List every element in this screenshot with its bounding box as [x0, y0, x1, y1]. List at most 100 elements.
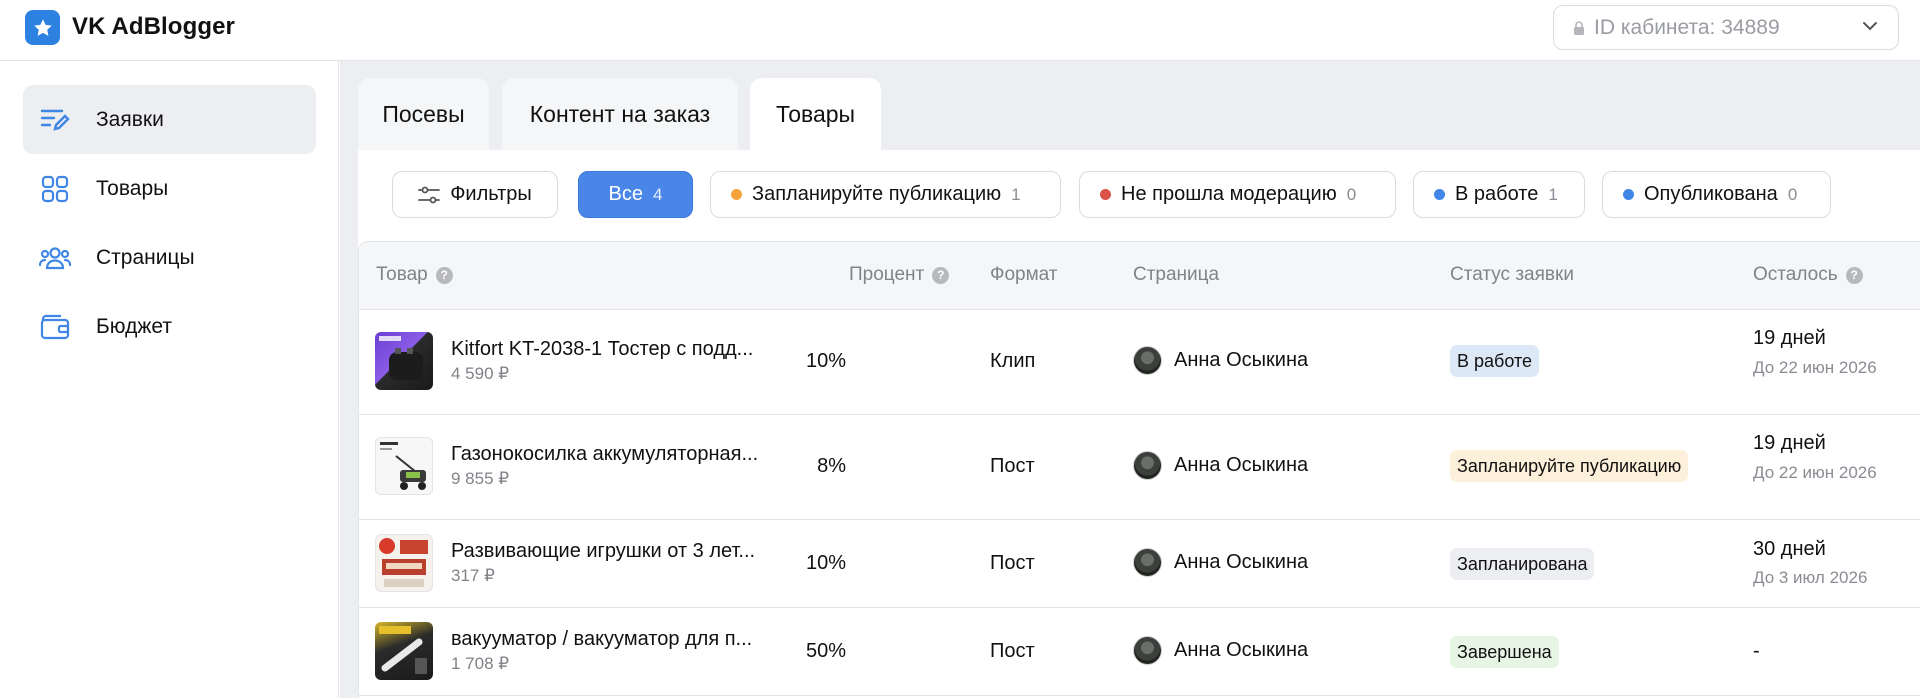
- chip-label: Все: [608, 183, 643, 205]
- format-value: Пост: [990, 640, 1035, 662]
- col-header-label: Осталось: [1753, 264, 1838, 285]
- table-header: Товар? Процент? Формат Страница Статус з…: [359, 242, 1920, 310]
- page-cell[interactable]: Анна Осыкина: [1133, 451, 1308, 480]
- status-badge: Запланируйте публикацию: [1450, 450, 1689, 482]
- chevron-down-icon: [1863, 22, 1877, 31]
- top-header: VK AdBlogger ID кабинета: 34889: [0, 0, 1920, 61]
- status-badge: Запланирована: [1450, 548, 1595, 580]
- table-row[interactable]: Kitfort KT-2038-1 Тостер с подд... 4 590…: [359, 310, 1920, 415]
- avatar: [1133, 548, 1162, 577]
- users-icon: [39, 242, 71, 274]
- product-thumbnail: [375, 332, 433, 390]
- chip-count: 0: [1346, 184, 1357, 204]
- remaining-days: 30 дней: [1753, 538, 1826, 560]
- help-icon[interactable]: ?: [1845, 266, 1863, 284]
- grid-icon: [39, 173, 71, 205]
- status-chip-in-progress[interactable]: В работе 1: [1413, 171, 1585, 218]
- product-thumbnail: [375, 622, 433, 680]
- deadline-date: До 22 июн 2026: [1753, 358, 1877, 377]
- status-chip-published[interactable]: Опубликована 0: [1602, 171, 1831, 218]
- sidebar-item-budget[interactable]: Бюджет: [23, 292, 316, 361]
- chip-count: 1: [1548, 184, 1558, 204]
- col-header-status: Статус заявки: [1450, 264, 1574, 285]
- table-row[interactable]: вакууматор / вакууматор для п... 1 708 ₽…: [359, 608, 1920, 696]
- sidebar-item-requests[interactable]: Заявки: [23, 85, 316, 154]
- col-header-product[interactable]: Товар?: [376, 264, 453, 286]
- product-price: 4 590 ₽: [451, 364, 510, 383]
- col-header-percent[interactable]: Процент?: [849, 264, 950, 286]
- app-logo-icon[interactable]: [25, 10, 60, 45]
- sidebar-item-pages[interactable]: Страницы: [23, 223, 316, 292]
- lock-icon: [1574, 20, 1584, 35]
- page-name: Анна Осыкина: [1174, 639, 1309, 661]
- product-name[interactable]: Газонокосилка аккумуляторная...: [451, 443, 758, 466]
- product-price: 1 708 ₽: [451, 654, 510, 673]
- sidebar-item-label: Бюджет: [96, 314, 172, 338]
- page-name: Анна Осыкина: [1174, 349, 1309, 371]
- chip-label: Опубликована: [1644, 183, 1778, 205]
- sidebar: Заявки Товары Страницы Бюджет: [0, 61, 339, 698]
- app-name: VK AdBlogger: [72, 13, 235, 40]
- chip-label: В работе: [1455, 183, 1539, 205]
- table-row[interactable]: Развивающие игрушки от 3 лет... 317 ₽ 10…: [359, 520, 1920, 608]
- wallet-icon: [39, 311, 71, 343]
- filters-label: Фильтры: [450, 183, 532, 205]
- main-area: Посевы Контент на заказ Товары Фильтры В…: [340, 61, 1920, 698]
- chip-label: Не прошла модерацию: [1121, 183, 1337, 205]
- col-header-label: Процент: [849, 264, 925, 285]
- percent-value: 50%: [805, 640, 846, 662]
- percent-value: 10%: [805, 350, 846, 372]
- requests-table: Товар? Процент? Формат Страница Статус з…: [358, 241, 1920, 698]
- cabinet-id-select[interactable]: ID кабинета: 34889: [1553, 5, 1899, 50]
- help-icon[interactable]: ?: [435, 266, 453, 284]
- product-name[interactable]: Развивающие игрушки от 3 лет...: [451, 540, 755, 563]
- table-row[interactable]: Газонокосилка аккумуляторная... 9 855 ₽ …: [359, 415, 1920, 520]
- col-header-label: Товар: [376, 264, 428, 285]
- remaining-days: -: [1753, 640, 1760, 662]
- help-icon[interactable]: ?: [932, 266, 950, 284]
- percent-value: 10%: [805, 552, 846, 574]
- col-header-page: Страница: [1133, 264, 1220, 285]
- status-dot-icon: [1100, 189, 1111, 200]
- status-chip-all[interactable]: Все 4: [578, 171, 693, 218]
- col-header-format: Формат: [990, 264, 1058, 285]
- avatar: [1133, 346, 1162, 375]
- product-price: 9 855 ₽: [451, 469, 510, 488]
- sidebar-item-products[interactable]: Товары: [23, 154, 316, 223]
- filter-sliders-icon: [418, 186, 441, 203]
- chip-count: 0: [1787, 184, 1798, 204]
- deadline-date: До 22 июн 2026: [1753, 463, 1877, 482]
- col-header-remaining[interactable]: Осталось?: [1753, 264, 1863, 286]
- filters-button[interactable]: Фильтры: [392, 171, 558, 218]
- status-dot-icon: [1623, 189, 1634, 200]
- tab-products[interactable]: Товары: [750, 78, 881, 150]
- page-cell[interactable]: Анна Осыкина: [1133, 636, 1308, 665]
- deadline-date: До 3 июл 2026: [1753, 568, 1868, 587]
- tab-custom-content[interactable]: Контент на заказ: [502, 78, 738, 150]
- chip-count: 1: [1011, 184, 1021, 204]
- page-name: Анна Осыкина: [1174, 454, 1309, 476]
- product-thumbnail: [375, 437, 433, 495]
- product-thumbnail: [375, 534, 433, 592]
- format-value: Пост: [990, 552, 1035, 574]
- status-chip-schedule-publication[interactable]: Запланируйте публикацию 1: [710, 171, 1061, 218]
- sidebar-item-label: Заявки: [96, 107, 164, 131]
- remaining-days: 19 дней: [1753, 327, 1826, 349]
- avatar: [1133, 451, 1162, 480]
- chip-label: Запланируйте публикацию: [752, 183, 1002, 205]
- format-value: Клип: [990, 350, 1036, 372]
- remaining-days: 19 дней: [1753, 432, 1826, 454]
- page-cell[interactable]: Анна Осыкина: [1133, 346, 1308, 375]
- status-dot-icon: [731, 189, 742, 200]
- status-chip-moderation-failed[interactable]: Не прошла модерацию 0: [1079, 171, 1396, 218]
- status-dot-icon: [1434, 189, 1445, 200]
- product-name[interactable]: вакууматор / вакууматор для п...: [451, 628, 752, 651]
- tab-content: Фильтры Все 4 Запланируйте публикацию 1 …: [358, 150, 1920, 698]
- product-name[interactable]: Kitfort KT-2038-1 Тостер с подд...: [451, 338, 753, 361]
- format-value: Пост: [990, 455, 1035, 477]
- page-name: Анна Осыкина: [1174, 551, 1309, 573]
- tab-seeding[interactable]: Посевы: [358, 78, 489, 150]
- avatar: [1133, 636, 1162, 665]
- sidebar-item-label: Страницы: [96, 245, 195, 269]
- page-cell[interactable]: Анна Осыкина: [1133, 548, 1308, 577]
